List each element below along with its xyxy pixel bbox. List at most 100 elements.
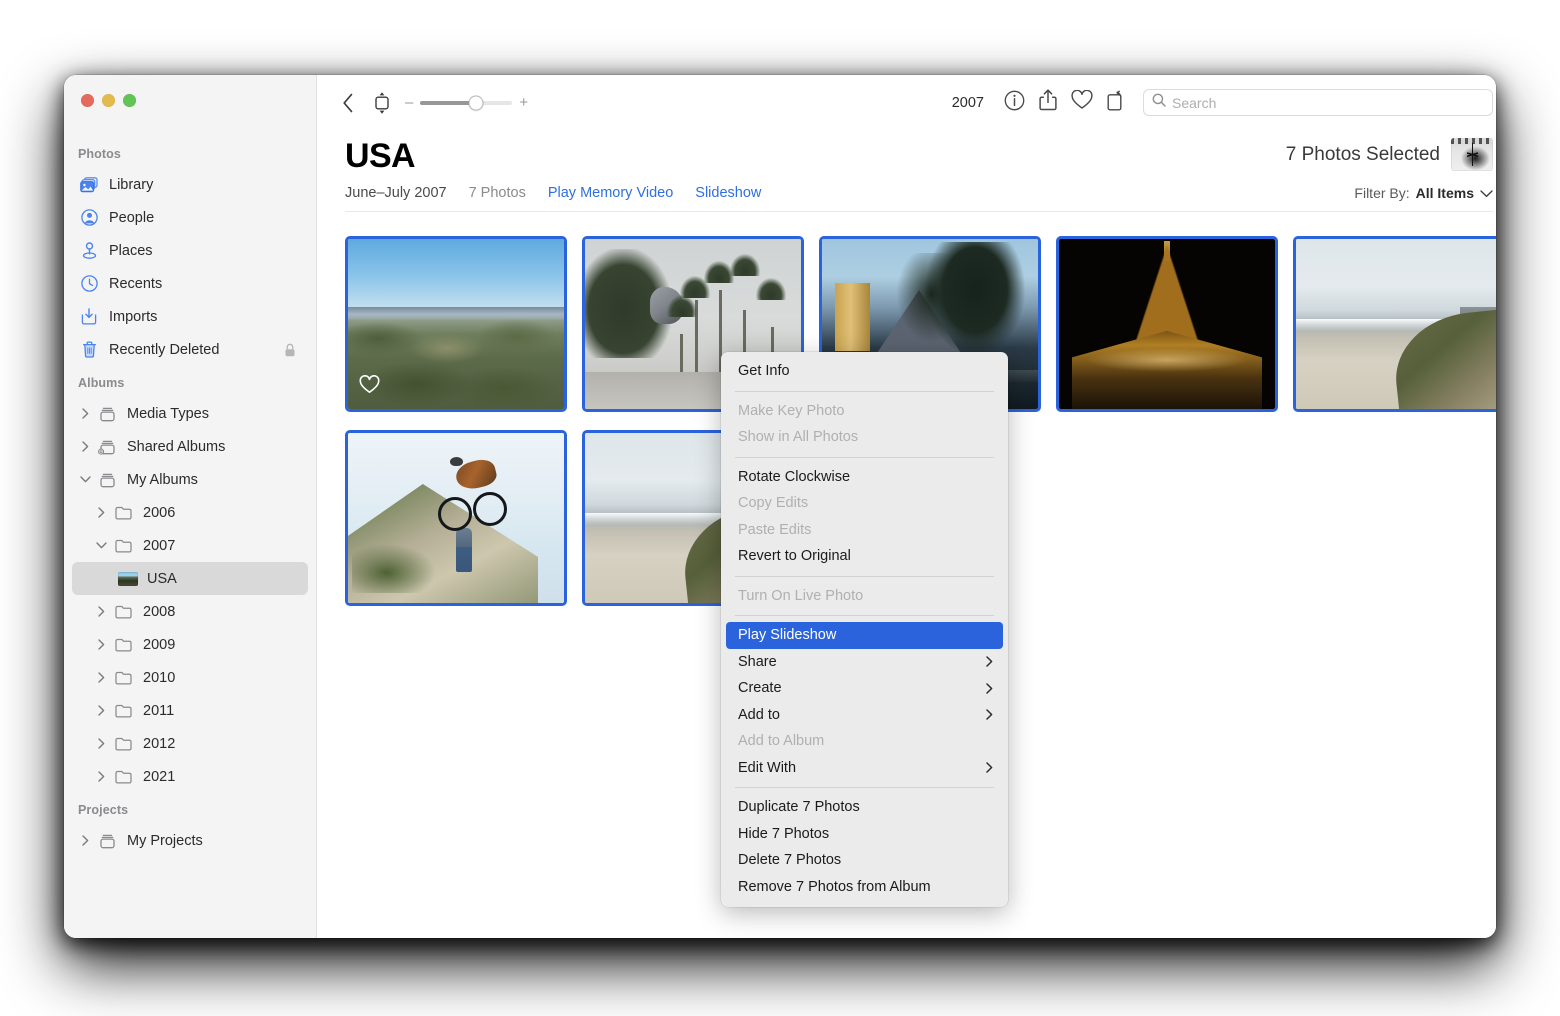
zoom-in-label[interactable]: +: [519, 95, 528, 110]
photo-eiffel[interactable]: [1056, 236, 1278, 412]
menu-item-play-slideshow[interactable]: Play Slideshow: [726, 622, 1003, 649]
menu-item-add-to[interactable]: Add to: [721, 702, 1008, 729]
selection-thumbnail[interactable]: [1451, 138, 1493, 171]
menu-item-remove-photos-from-album[interactable]: Remove 7 Photos from Album: [721, 874, 1008, 901]
menu-item-duplicate-photos[interactable]: Duplicate 7 Photos: [721, 794, 1008, 821]
zoom-slider-knob[interactable]: [468, 95, 484, 110]
album-header: USA 7 Photos Selected June–July 2007 7 P…: [317, 130, 1496, 212]
folder-icon: [112, 602, 134, 622]
sidebar-item-imports[interactable]: Imports: [72, 300, 308, 333]
sidebar-item-label: My Albums: [127, 471, 198, 488]
menu-item-make-key-photo: Make Key Photo: [738, 402, 845, 419]
chevron-right-icon[interactable]: [94, 606, 109, 617]
sidebar-item-2010[interactable]: 2010: [72, 661, 308, 694]
aspect-ratio-icon[interactable]: [365, 88, 399, 118]
sidebar-item-label: 2021: [143, 768, 176, 785]
page-title: USA: [345, 137, 416, 176]
sidebar-item-2007[interactable]: 2007: [72, 529, 308, 562]
slideshow-link[interactable]: Slideshow: [695, 185, 761, 201]
chevron-right-icon[interactable]: [78, 835, 93, 846]
favorite-icon[interactable]: [359, 374, 380, 399]
chevron-right-icon[interactable]: [94, 672, 109, 683]
sidebar-item-label: Library: [109, 176, 154, 193]
menu-item-show-in-all-photos: Show in All Photos: [738, 429, 859, 446]
menu-item-label: Add to: [738, 706, 780, 723]
menu-separator: [735, 575, 994, 577]
chevron-right-icon[interactable]: [94, 738, 109, 749]
photo-thumbnail-image: [348, 239, 564, 409]
menu-item-get-info[interactable]: Get Info: [721, 358, 1008, 385]
zoom-button[interactable]: [123, 94, 136, 107]
sidebar-item-usa[interactable]: USA: [72, 562, 308, 595]
chevron-right-icon[interactable]: [94, 771, 109, 782]
filter-by-value: All Items: [1415, 185, 1474, 201]
chevron-right-icon[interactable]: [94, 507, 109, 518]
zoom-slider-track[interactable]: [420, 95, 513, 110]
photo-thumbnail-image: [1296, 239, 1496, 409]
toolbar-year-label: 2007: [951, 94, 984, 111]
favorite-icon[interactable]: [1071, 89, 1093, 115]
chevron-right-icon[interactable]: [78, 441, 93, 452]
people-icon: [78, 208, 100, 228]
album-header-meta: June–July 2007 7 Photos Play Memory Vide…: [345, 175, 1493, 212]
sidebar-item-places[interactable]: Places: [72, 234, 308, 267]
menu-item-edit-with[interactable]: Edit With: [721, 755, 1008, 782]
sidebar-item-library[interactable]: Library: [72, 168, 308, 201]
menu-item-revert-to-original[interactable]: Revert to Original: [721, 543, 1008, 570]
sidebar-item-label: 2011: [143, 702, 175, 719]
menu-item-label: Create: [738, 680, 782, 697]
sidebar-item-2009[interactable]: 2009: [72, 628, 308, 661]
sidebar-item-2006[interactable]: 2006: [72, 496, 308, 529]
sidebar-item-label: Shared Albums: [127, 438, 226, 455]
menu-item-share[interactable]: Share: [721, 649, 1008, 676]
sidebar-item-recently-deleted[interactable]: Recently Deleted: [72, 333, 308, 366]
close-button[interactable]: [81, 94, 94, 107]
menu-separator: [735, 390, 994, 392]
photo-biker[interactable]: [345, 430, 567, 606]
menu-separator: [735, 456, 994, 458]
menu-item-copy-edits: Copy Edits: [738, 495, 809, 512]
chevron-right-icon: [986, 683, 993, 694]
sidebar-item-2011[interactable]: 2011: [72, 694, 308, 727]
context-menu[interactable]: Get Info Make Key Photo Show in All Phot…: [721, 352, 1008, 907]
chevron-down-icon[interactable]: [94, 542, 109, 549]
zoom-out-label[interactable]: –: [405, 95, 413, 110]
back-button[interactable]: [331, 88, 365, 118]
album-meta-group: June–July 2007 7 Photos Play Memory Vide…: [345, 185, 761, 201]
sidebar-item-my-albums[interactable]: My Albums: [72, 463, 308, 496]
sidebar-item-shared-albums[interactable]: Shared Albums: [72, 430, 308, 463]
sidebar-item-2012[interactable]: 2012: [72, 727, 308, 760]
photo-beach[interactable]: [1293, 236, 1496, 412]
menu-item-rotate-clockwise[interactable]: Rotate Clockwise: [721, 464, 1008, 491]
sidebar-item-2021[interactable]: 2021: [72, 760, 308, 793]
sidebar-item-people[interactable]: People: [72, 201, 308, 234]
search-icon: [1152, 93, 1166, 112]
menu-item-create[interactable]: Create: [721, 675, 1008, 702]
share-icon[interactable]: [1039, 89, 1057, 116]
sidebar-item-2008[interactable]: 2008: [72, 595, 308, 628]
menu-item-delete-photos[interactable]: Delete 7 Photos: [721, 847, 1008, 874]
sidebar-item-my-projects[interactable]: My Projects: [72, 824, 308, 857]
search-input[interactable]: Search: [1143, 89, 1493, 116]
sidebar-item-label: Recents: [109, 275, 163, 292]
chevron-right-icon[interactable]: [94, 639, 109, 650]
chevron-right-icon[interactable]: [78, 408, 93, 419]
folder-icon: [112, 503, 134, 523]
photo-hills[interactable]: [345, 236, 567, 412]
chevron-down-icon[interactable]: [78, 476, 93, 483]
sidebar-item-media-types[interactable]: Media Types: [72, 397, 308, 430]
minimize-button[interactable]: [102, 94, 115, 107]
chevron-right-icon: [986, 656, 993, 667]
main-content: – + 2007 Search USA 7 Photos Selected Ju…: [317, 75, 1496, 938]
menu-item-paste-edits: Paste Edits: [738, 521, 812, 538]
folder-icon: [112, 734, 134, 754]
info-icon[interactable]: [1004, 90, 1025, 116]
menu-item-hide-photos[interactable]: Hide 7 Photos: [721, 821, 1008, 848]
menu-item-turn-on-live-photo: Turn On Live Photo: [738, 587, 864, 604]
play-memory-video-link[interactable]: Play Memory Video: [548, 185, 673, 201]
zoom-slider[interactable]: – +: [405, 95, 528, 110]
filter-by-dropdown[interactable]: Filter By: All Items: [1354, 185, 1493, 201]
chevron-right-icon[interactable]: [94, 705, 109, 716]
rotate-icon[interactable]: [1107, 90, 1127, 116]
sidebar-item-recents[interactable]: Recents: [72, 267, 308, 300]
